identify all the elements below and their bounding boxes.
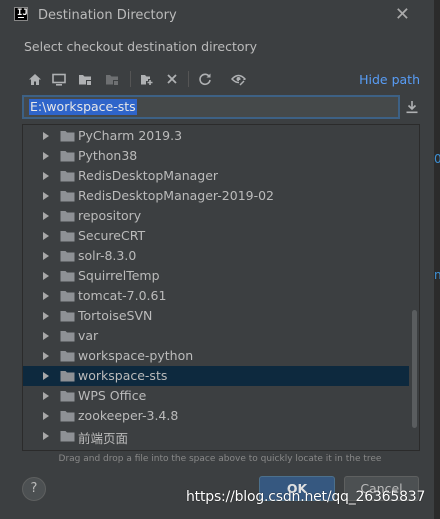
expand-arrow-icon[interactable] bbox=[43, 132, 49, 140]
tree-row[interactable]: RedisDesktopManager-2019-02 bbox=[23, 186, 409, 206]
folder-icon bbox=[60, 191, 75, 202]
download-icon[interactable] bbox=[404, 99, 420, 115]
tree-row[interactable]: TortoiseSVN bbox=[23, 306, 409, 326]
tree-row[interactable]: WPS Office bbox=[23, 386, 409, 406]
folder-icon bbox=[60, 131, 75, 142]
tree-item-label: zookeeper-3.4.8 bbox=[78, 408, 179, 423]
tree-row[interactable]: 前端页面 bbox=[23, 426, 409, 446]
tree-row[interactable]: workspace-python bbox=[23, 346, 409, 366]
toolbar-separator bbox=[188, 71, 189, 87]
watermark-text: https://blog.csdn.net/qq_26365837 bbox=[186, 489, 426, 505]
tree-row[interactable]: var bbox=[23, 326, 409, 346]
tree-item-label: repository bbox=[78, 208, 142, 223]
expand-arrow-icon[interactable] bbox=[43, 412, 49, 420]
folder-icon bbox=[60, 371, 75, 382]
expand-arrow-icon[interactable] bbox=[43, 352, 49, 360]
folder-icon bbox=[60, 291, 75, 302]
tree-row[interactable]: workspace-sts bbox=[23, 366, 409, 386]
tree-item-label: tomcat-7.0.61 bbox=[78, 288, 167, 303]
folder-icon bbox=[60, 431, 75, 442]
expand-arrow-icon[interactable] bbox=[43, 252, 49, 260]
tree-item-label: SecureCRT bbox=[78, 228, 146, 243]
background-window-mark: n bbox=[434, 268, 440, 282]
expand-arrow-icon[interactable] bbox=[43, 312, 49, 320]
tree-item-label: SquirrelTemp bbox=[78, 268, 160, 283]
expand-arrow-icon[interactable] bbox=[43, 152, 49, 160]
hide-path-link[interactable]: Hide path bbox=[359, 72, 420, 87]
close-icon[interactable]: ✕ bbox=[395, 5, 410, 25]
folder-icon bbox=[60, 171, 75, 182]
folder-icon bbox=[60, 151, 75, 162]
file-chooser-toolbar: Hide path bbox=[22, 66, 428, 92]
project-folder-icon[interactable] bbox=[75, 69, 95, 89]
desktop-icon[interactable] bbox=[49, 69, 69, 89]
tree-row[interactable]: solr-8.3.0 bbox=[23, 246, 409, 266]
tree-item-label: RedisDesktopManager-2019-02 bbox=[78, 188, 275, 203]
tree-row[interactable]: SecureCRT bbox=[23, 226, 409, 246]
tree-row[interactable]: repository bbox=[23, 206, 409, 226]
home-icon[interactable] bbox=[25, 69, 45, 89]
folder-icon bbox=[60, 211, 75, 222]
tree-item-label: var bbox=[78, 328, 99, 343]
background-window-mark: 0 bbox=[434, 152, 440, 166]
expand-arrow-icon[interactable] bbox=[43, 292, 49, 300]
tree-row[interactable]: RedisDesktopManager bbox=[23, 166, 409, 186]
folder-icon bbox=[60, 311, 75, 322]
path-input[interactable]: E:\workspace-sts bbox=[22, 95, 400, 119]
directory-tree[interactable]: 前端页面 zookeeper-3.4.8 WPS Office workspace-s… bbox=[22, 124, 420, 451]
folder-icon bbox=[60, 231, 75, 242]
expand-arrow-icon[interactable] bbox=[43, 172, 49, 180]
expand-arrow-icon[interactable] bbox=[43, 432, 49, 440]
expand-arrow-icon[interactable] bbox=[43, 272, 49, 280]
tree-item-label: 前端页面 bbox=[78, 431, 129, 446]
refresh-icon[interactable] bbox=[195, 69, 215, 89]
folder-icon bbox=[60, 271, 75, 282]
path-input-value[interactable]: E:\workspace-sts bbox=[29, 99, 137, 115]
tree-item-label: solr-8.3.0 bbox=[78, 248, 137, 263]
title-bar[interactable]: IJ Destination Directory ✕ bbox=[0, 0, 434, 32]
tree-item-label: Python38 bbox=[78, 148, 138, 163]
tree-item-label: workspace-sts bbox=[78, 368, 168, 383]
tree-row[interactable]: zookeeper-3.4.8 bbox=[23, 406, 409, 426]
tree-item-label: PyCharm 2019.3 bbox=[78, 128, 183, 143]
expand-arrow-icon[interactable] bbox=[43, 332, 49, 340]
tree-row[interactable]: Python38 bbox=[23, 146, 409, 166]
folder-icon bbox=[60, 351, 75, 362]
tree-row[interactable]: PyCharm 2019.3 bbox=[23, 126, 409, 146]
expand-arrow-icon[interactable] bbox=[43, 392, 49, 400]
folder-icon bbox=[60, 331, 75, 342]
expand-arrow-icon[interactable] bbox=[43, 192, 49, 200]
window-title: Destination Directory bbox=[38, 8, 177, 23]
tree-item-label: TortoiseSVN bbox=[78, 308, 153, 323]
tree-item-label: workspace-python bbox=[78, 348, 194, 363]
delete-icon[interactable] bbox=[162, 69, 182, 89]
tree-scrollbar[interactable] bbox=[412, 310, 417, 428]
module-folder-icon[interactable] bbox=[102, 69, 122, 89]
help-button[interactable]: ? bbox=[22, 477, 46, 501]
show-hidden-icon[interactable] bbox=[228, 69, 248, 89]
tree-item-label: RedisDesktopManager bbox=[78, 168, 219, 183]
tree-item-label: WPS Office bbox=[78, 388, 147, 403]
expand-arrow-icon[interactable] bbox=[43, 232, 49, 240]
background-window-edge: 0 n bbox=[434, 0, 440, 519]
tree-row[interactable]: SquirrelTemp bbox=[23, 266, 409, 286]
drag-drop-hint: Drag and drop a file into the space abov… bbox=[58, 454, 382, 464]
folder-icon bbox=[60, 251, 75, 262]
expand-arrow-icon[interactable] bbox=[43, 372, 49, 380]
intellij-app-icon: IJ bbox=[14, 7, 28, 21]
toolbar-separator bbox=[130, 71, 131, 87]
folder-icon bbox=[60, 391, 75, 402]
dialog-subtitle: Select checkout destination directory bbox=[24, 39, 258, 54]
folder-icon bbox=[60, 411, 75, 422]
tree-row[interactable]: tomcat-7.0.61 bbox=[23, 286, 409, 306]
expand-arrow-icon[interactable] bbox=[43, 212, 49, 220]
new-folder-icon[interactable] bbox=[137, 69, 157, 89]
